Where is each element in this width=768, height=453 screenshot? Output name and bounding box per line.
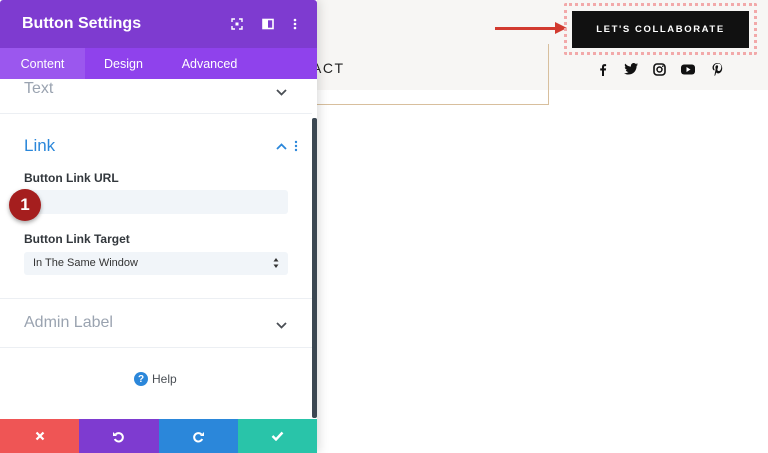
annotation-arrow	[495, 27, 557, 30]
button-link-url-input[interactable]	[24, 190, 288, 214]
redo-button[interactable]	[158, 419, 238, 453]
help-link[interactable]: ? Help	[134, 372, 177, 386]
pinterest-icon[interactable]	[709, 61, 725, 77]
panel-title: Button Settings	[22, 15, 142, 32]
tab-content[interactable]: Content	[0, 48, 85, 79]
help-icon: ?	[134, 372, 148, 386]
section-text-title[interactable]: Text	[24, 80, 53, 98]
section-link-title[interactable]: Link	[24, 136, 55, 156]
select-value: In The Same Window	[33, 257, 138, 269]
section-admin-label-title[interactable]: Admin Label	[24, 314, 113, 332]
section-options-icon[interactable]	[292, 140, 300, 152]
button-link-target-label: Button Link Target	[24, 232, 130, 246]
button-settings-panel: Button Settings Content Design Advanced …	[0, 0, 317, 453]
undo-button[interactable]	[79, 419, 159, 453]
section-divider	[0, 298, 312, 299]
panel-tabs: Content Design Advanced	[0, 48, 317, 79]
panel-footer	[0, 419, 317, 453]
section-divider	[0, 113, 312, 114]
expand-icon[interactable]	[229, 16, 245, 32]
close-icon	[35, 431, 44, 441]
chevron-down-icon[interactable]	[274, 320, 288, 330]
decorative-line	[548, 44, 549, 105]
tab-advanced[interactable]: Advanced	[162, 48, 257, 79]
tab-design[interactable]: Design	[85, 48, 162, 79]
help-label: Help	[152, 372, 177, 386]
instagram-icon[interactable]	[651, 61, 667, 77]
checkmark-icon	[271, 431, 284, 441]
callout-badge: 1	[9, 189, 41, 221]
button-link-url-label: Button Link URL	[24, 171, 119, 185]
redo-icon	[192, 431, 204, 442]
save-button[interactable]	[237, 419, 317, 453]
discard-button[interactable]	[0, 419, 80, 453]
more-vertical-icon[interactable]	[287, 16, 303, 32]
collaborate-button[interactable]: LET'S COLLABORATE	[572, 11, 749, 48]
select-arrows-icon	[272, 256, 280, 270]
decorative-line	[316, 104, 549, 105]
page: ACT LET'S COLLABORATE Button Settings Co…	[0, 0, 768, 453]
youtube-icon[interactable]	[680, 61, 696, 77]
chevron-down-icon[interactable]	[274, 87, 288, 97]
panel-header[interactable]: Button Settings	[0, 0, 317, 48]
chevron-up-icon[interactable]	[274, 141, 288, 151]
panel-scrollbar[interactable]	[312, 118, 317, 418]
split-view-icon[interactable]	[260, 16, 276, 32]
section-divider	[0, 347, 312, 348]
button-link-target-select[interactable]: In The Same Window	[24, 252, 288, 275]
facebook-icon[interactable]	[595, 61, 611, 77]
twitter-icon[interactable]	[623, 61, 639, 77]
undo-icon	[113, 431, 125, 442]
